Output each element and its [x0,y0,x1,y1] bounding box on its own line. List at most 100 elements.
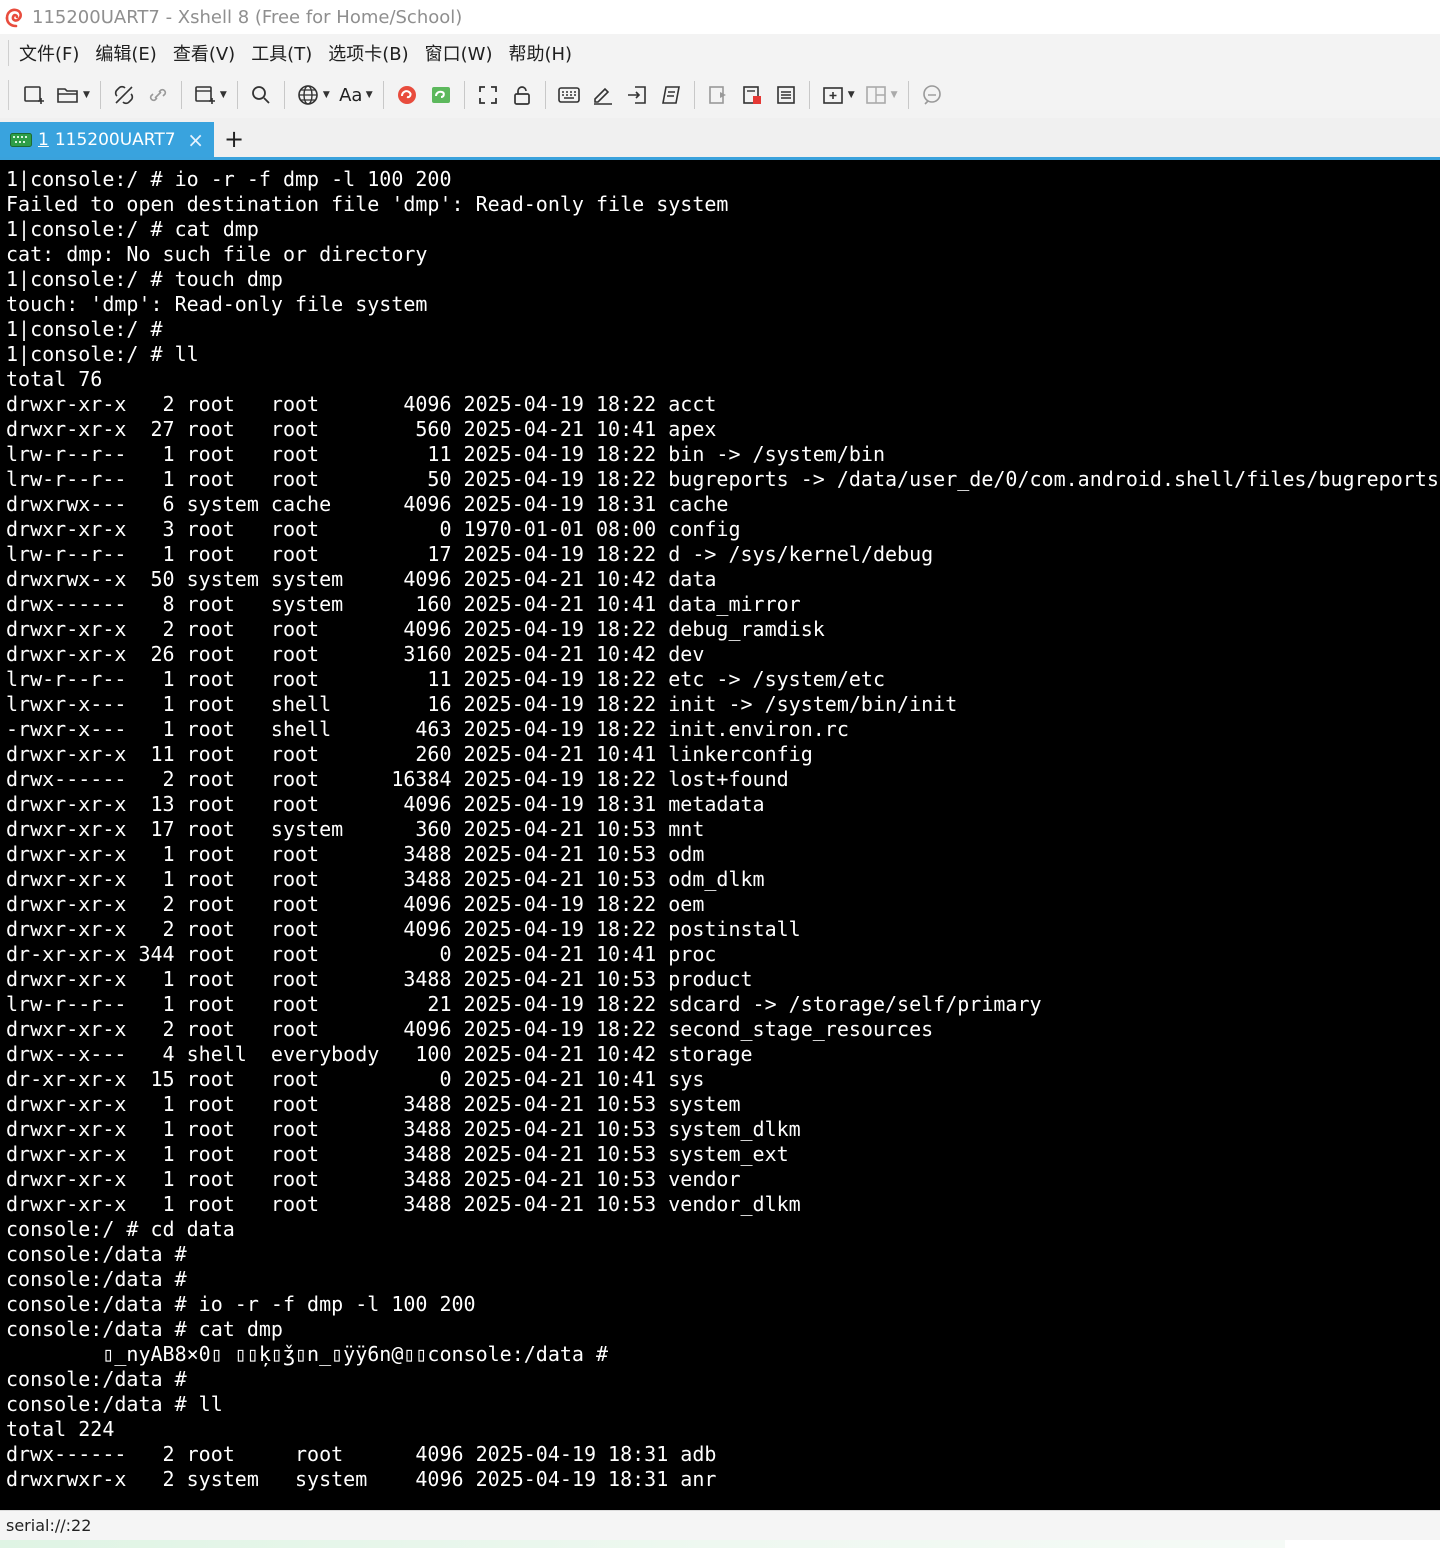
find-button[interactable] [246,80,276,110]
terminal-line: console:/data # [6,1367,187,1391]
menu-grip[interactable] [8,40,11,66]
terminal-line: drwxr-xr-x 2 root root 4096 2025-04-19 1… [6,892,705,916]
toolbar-separator [544,81,546,109]
terminal-line: drwxr-xr-x 2 root root 4096 2025-04-19 1… [6,917,801,941]
toolbar-separator [382,81,384,109]
window-dropdown-arrow-icon[interactable]: ▼ [220,90,227,100]
new-window-button[interactable] [190,80,220,110]
xftp-button[interactable] [426,80,456,110]
terminal-line: 1|console:/ # touch dmp [6,267,283,291]
font-icon: Aa [339,84,363,106]
menu-view[interactable]: 查看(V) [173,40,235,66]
terminal-line: drwxr-xr-x 1 root root 3488 2025-04-21 1… [6,967,753,991]
terminal-line: lrw-r--r-- 1 root root 50 2025-04-19 18:… [6,467,1439,491]
terminal-line: cat: dmp: No such file or directory [6,242,428,266]
toolbar-separator [236,81,238,109]
script-button[interactable] [656,80,686,110]
xftp-green-icon [431,87,450,103]
terminal-line: drwx------ 2 root root 4096 2025-04-19 1… [6,1442,717,1466]
disconnect-button[interactable] [109,80,139,110]
menu-window[interactable]: 窗口(W) [425,40,493,66]
reconnect-button[interactable] [143,80,173,110]
terminal-line: drwxrwx--x 50 system system 4096 2025-04… [6,567,717,591]
terminal-line: -rwxr-x--- 1 root shell 463 2025-04-19 1… [6,717,849,741]
search-icon [251,86,270,104]
tab-label: 115200UART7 [54,129,176,150]
terminal-line: drwx------ 8 root system 160 2025-04-21 … [6,592,801,616]
xshell-red-icon [397,86,416,104]
encoding-button[interactable] [293,80,323,110]
terminal-line: lrwxr-x--- 1 root shell 16 2025-04-19 18… [6,692,958,716]
tab-group-dropdown-arrow-icon[interactable]: ▼ [848,90,855,100]
terminal-line: dr-xr-xr-x 15 root root 0 2025-04-21 10:… [6,1067,705,1091]
terminal-line: drwxr-xr-x 17 root system 360 2025-04-21… [6,817,705,841]
terminal-line: drwxr-xr-x 3 root root 0 1970-01-01 08:0… [6,517,741,541]
script-icon [661,86,680,104]
chat-button[interactable] [917,80,947,110]
terminal-line: drwxr-xr-x 1 root root 3488 2025-04-21 1… [6,1092,741,1116]
terminal-line: drwxr-xr-x 1 root root 3488 2025-04-21 1… [6,1167,741,1191]
toolbar-separator [693,81,695,109]
terminal-line: drwx------ 2 root root 16384 2025-04-19 … [6,767,789,791]
pen-icon [593,87,612,105]
terminal-line: touch: 'dmp': Read-only file system [6,292,428,316]
unlink-icon [114,85,134,105]
stop-log-button[interactable] [737,80,767,110]
link-icon [149,88,167,102]
menu-file[interactable]: 文件(F) [19,40,79,66]
open-dropdown-arrow-icon[interactable]: ▼ [83,90,90,100]
terminal-line: lrw-r--r-- 1 root root 17 2025-04-19 18:… [6,542,934,566]
toolbar-grip[interactable] [8,80,11,110]
layout-icon [865,86,886,104]
new-session-button[interactable] [19,80,49,110]
terminal-line: drwxrwxr-x 2 system system 4096 2025-04-… [6,1467,717,1491]
terminal-line: drwx--x--- 4 shell everybody 100 2025-04… [6,1042,753,1066]
terminal-line: Failed to open destination file 'dmp': R… [6,192,729,216]
terminal-line: drwxr-xr-x 2 root root 4096 2025-04-19 1… [6,392,717,416]
terminal-line: 1|console:/ # ll [6,342,199,366]
font-button[interactable]: Aa [336,80,366,110]
new-tab-group-button[interactable] [818,80,848,110]
terminal-line: drwxr-xr-x 2 root root 4096 2025-04-19 1… [6,1017,934,1041]
menu-help[interactable]: 帮助(H) [508,40,572,66]
keyboard-icon [557,87,580,103]
log-start-icon [708,86,726,104]
terminal-line: console:/data # [6,1242,187,1266]
menu-tab[interactable]: 选项卡(B) [328,40,408,66]
keyboard-button[interactable] [554,80,584,110]
xshell-button[interactable] [392,80,422,110]
terminal-line: 1|console:/ # [6,317,163,341]
menu-edit[interactable]: 编辑(E) [95,40,156,66]
lock-button[interactable] [507,80,537,110]
document-icon [776,86,795,104]
start-log-button[interactable] [703,80,733,110]
folder-open-icon [57,88,78,103]
transfer-button[interactable] [622,80,652,110]
layout-dropdown-arrow-icon[interactable]: ▼ [891,90,898,100]
new-session-icon [24,86,44,104]
terminal-line: total 224 [6,1417,115,1441]
tab-bar: 1 115200UART7 × + [0,118,1440,160]
compose-button[interactable] [588,80,618,110]
fullscreen-button[interactable] [473,80,503,110]
terminal-line: 1|console:/ # cat dmp [6,217,259,241]
terminal-line: drwxr-xr-x 1 root root 3488 2025-04-21 1… [6,842,705,866]
layout-button[interactable] [861,80,891,110]
log-stop-icon [742,86,761,104]
add-box-icon [822,87,843,104]
view-log-button[interactable] [771,80,801,110]
toolbar: ▼ ▼ ▼ Aa ▼ ▼ ▼ [0,72,1440,118]
open-folder-button[interactable] [53,80,83,110]
encoding-dropdown-arrow-icon[interactable]: ▼ [323,90,330,100]
add-tab-button[interactable]: + [224,125,244,153]
terminal-line: drwxr-xr-x 1 root root 3488 2025-04-21 1… [6,867,765,891]
terminal-output[interactable]: 1|console:/ # io -r -f dmp -l 100 200 Fa… [0,160,1440,1510]
terminal-line: drwxrwx--- 6 system cache 4096 2025-04-1… [6,492,729,516]
font-dropdown-arrow-icon[interactable]: ▼ [366,90,373,100]
tab-close-icon[interactable]: × [187,128,204,152]
tab-session-1[interactable]: 1 115200UART7 × [0,122,214,157]
lock-icon [513,86,530,105]
terminal-line: drwxr-xr-x 13 root root 4096 2025-04-19 … [6,792,765,816]
terminal-line: console:/data # io -r -f dmp -l 100 200 [6,1292,476,1316]
menu-tools[interactable]: 工具(T) [251,40,312,66]
